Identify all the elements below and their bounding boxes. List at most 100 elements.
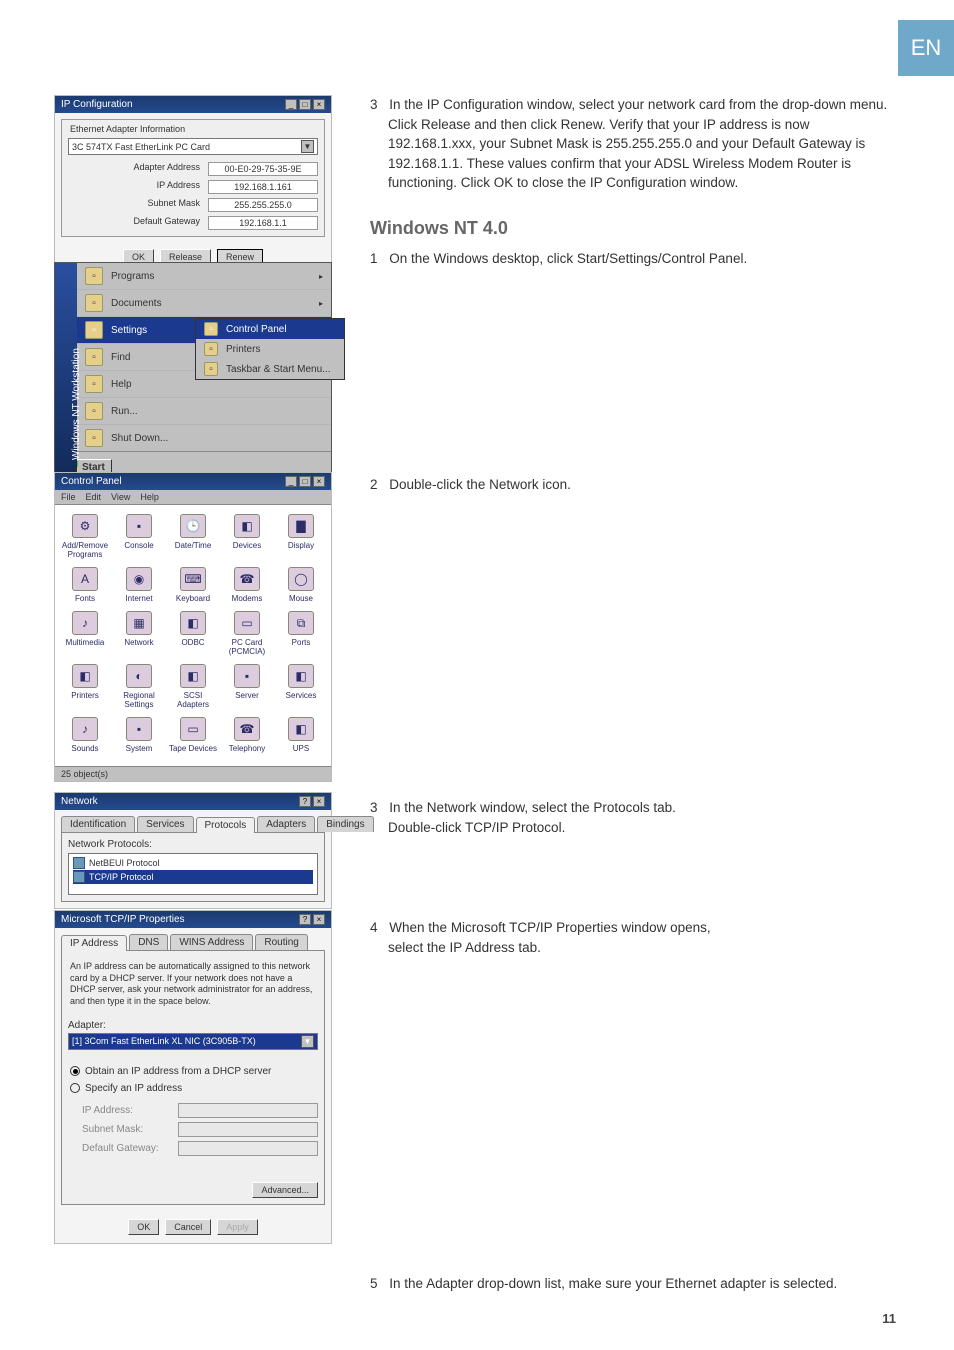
protocol-list[interactable]: NetBEUI Protocol TCP/IP Protocol bbox=[68, 853, 318, 895]
start-menu-item[interactable]: ▫Run... bbox=[77, 398, 331, 425]
cp-icon: 🕒 bbox=[180, 514, 206, 538]
control-panel-item[interactable]: ◐Regional Settings bbox=[113, 661, 165, 712]
menu-item-icon: ▫ bbox=[85, 429, 103, 447]
menu-item-icon: ▫ bbox=[85, 294, 103, 312]
control-panel-item[interactable]: ☎Modems bbox=[221, 564, 273, 606]
menu-file[interactable]: File bbox=[61, 492, 76, 502]
control-panel-item[interactable]: ◧Printers bbox=[59, 661, 111, 712]
cp-icon: ⌨ bbox=[180, 567, 206, 591]
cp-item-label: Console bbox=[114, 541, 164, 550]
submenu-item[interactable]: ▫Printers bbox=[196, 339, 344, 359]
tab-protocols[interactable]: Protocols bbox=[196, 817, 256, 833]
control-panel-item[interactable]: ▇Display bbox=[275, 511, 327, 562]
tab-identification[interactable]: Identification bbox=[61, 816, 135, 832]
control-panel-item[interactable]: ⧉Ports bbox=[275, 608, 327, 659]
menu-item-label: Programs bbox=[111, 271, 154, 282]
adapter-dropdown-value: 3C 574TX Fast EtherLink PC Card bbox=[72, 142, 210, 152]
minimize-icon[interactable]: _ bbox=[285, 476, 297, 487]
control-panel-item[interactable]: ♪Multimedia bbox=[59, 608, 111, 659]
control-panel-item[interactable]: ◧SCSI Adapters bbox=[167, 661, 219, 712]
kv-key: Adapter Address bbox=[68, 162, 208, 176]
cp-icon: ◧ bbox=[180, 611, 206, 635]
control-panel-item[interactable]: ◯Mouse bbox=[275, 564, 327, 606]
control-panel-item[interactable]: ◧UPS bbox=[275, 714, 327, 756]
tab-routing[interactable]: Routing bbox=[255, 934, 307, 950]
protocol-icon bbox=[73, 857, 85, 869]
tab-ip address[interactable]: IP Address bbox=[61, 935, 127, 951]
control-panel-item[interactable]: AFonts bbox=[59, 564, 111, 606]
control-panel-item[interactable]: 🕒Date/Time bbox=[167, 511, 219, 562]
control-panel-item[interactable]: ◧Services bbox=[275, 661, 327, 712]
cp-item-label: System bbox=[114, 744, 164, 753]
start-menu-item[interactable]: ▫Documents▸ bbox=[77, 290, 331, 317]
control-panel-item[interactable]: ▭PC Card (PCMCIA) bbox=[221, 608, 273, 659]
control-panel-item[interactable]: ⌨Keyboard bbox=[167, 564, 219, 606]
dhcp-radio[interactable]: Obtain an IP address from a DHCP server bbox=[68, 1063, 318, 1080]
control-panel-item[interactable]: ⚙Add/Remove Programs bbox=[59, 511, 111, 562]
help-icon[interactable]: ? bbox=[299, 796, 311, 807]
tab-services[interactable]: Services bbox=[137, 816, 193, 832]
tab-wins address[interactable]: WINS Address bbox=[170, 934, 253, 950]
control-panel-item[interactable]: ◧Devices bbox=[221, 511, 273, 562]
list-item[interactable]: TCP/IP Protocol bbox=[73, 870, 313, 884]
ok-button[interactable]: OK bbox=[128, 1219, 159, 1235]
control-panel-item[interactable]: ▪Server bbox=[221, 661, 273, 712]
kv-row: IP Address192.168.1.161 bbox=[68, 178, 318, 196]
close-icon[interactable]: × bbox=[313, 914, 325, 925]
control-panel-item[interactable]: ▭Tape Devices bbox=[167, 714, 219, 756]
menu-view[interactable]: View bbox=[111, 492, 130, 502]
advanced-button[interactable]: Advanced... bbox=[252, 1182, 318, 1198]
control-panel-item[interactable]: ♪Sounds bbox=[59, 714, 111, 756]
adapter-dropdown[interactable]: [1] 3Com Fast EtherLink XL NIC (3C905B-T… bbox=[68, 1033, 318, 1050]
tab-adapters[interactable]: Adapters bbox=[257, 816, 315, 832]
adapter-dropdown[interactable]: 3C 574TX Fast EtherLink PC Card ▼ bbox=[68, 138, 318, 155]
close-icon[interactable]: × bbox=[313, 476, 325, 487]
start-menu: Windows NT Workstation ▫Programs▸▫Docume… bbox=[54, 262, 332, 478]
control-panel-title: Control Panel bbox=[61, 476, 122, 487]
cp-icon: ◧ bbox=[180, 664, 206, 688]
menu-help[interactable]: Help bbox=[140, 492, 159, 502]
control-panel-item[interactable]: ☎Telephony bbox=[221, 714, 273, 756]
start-menu-item[interactable]: ▫Shut Down... bbox=[77, 425, 331, 451]
control-panel-item[interactable]: ▦Network bbox=[113, 608, 165, 659]
cp-icon: ▪ bbox=[126, 717, 152, 741]
cp-item-label: Tape Devices bbox=[168, 744, 218, 753]
minimize-icon[interactable]: _ bbox=[285, 99, 297, 110]
menu-item-icon: ▫ bbox=[204, 362, 218, 376]
menu-item-icon: ▫ bbox=[85, 348, 103, 366]
tab-bindings[interactable]: Bindings bbox=[317, 816, 373, 832]
start-button-label: Start bbox=[82, 462, 105, 473]
menu-edit[interactable]: Edit bbox=[86, 492, 102, 502]
radio-label: Obtain an IP address from a DHCP server bbox=[85, 1066, 271, 1077]
menu-item-label: Control Panel bbox=[226, 324, 287, 335]
menu-item-label: Settings bbox=[111, 325, 147, 336]
maximize-icon[interactable]: □ bbox=[299, 476, 311, 487]
help-icon[interactable]: ? bbox=[299, 914, 311, 925]
start-menu-item[interactable]: ▫Programs▸ bbox=[77, 263, 331, 290]
cp-icon: ▭ bbox=[234, 611, 260, 635]
control-panel-item[interactable]: ▪Console bbox=[113, 511, 165, 562]
control-panel-item[interactable]: ◉Internet bbox=[113, 564, 165, 606]
ip-address-field bbox=[178, 1103, 318, 1118]
cp-icon: ▪ bbox=[234, 664, 260, 688]
list-item[interactable]: NetBEUI Protocol bbox=[73, 856, 313, 870]
cp-item-label: Printers bbox=[60, 691, 110, 700]
control-panel-item[interactable]: ◧ODBC bbox=[167, 608, 219, 659]
cp-icon: ⧉ bbox=[288, 611, 314, 635]
menu-item-icon: ▫ bbox=[85, 375, 103, 393]
submenu-item[interactable]: ▫Control Panel bbox=[196, 319, 344, 339]
tab-dns[interactable]: DNS bbox=[129, 934, 168, 950]
cp-item-label: Display bbox=[276, 541, 326, 550]
radio-icon bbox=[70, 1066, 80, 1076]
submenu-item[interactable]: ▫Taskbar & Start Menu... bbox=[196, 359, 344, 379]
static-ip-radio[interactable]: Specify an IP address bbox=[68, 1080, 318, 1097]
cancel-button[interactable]: Cancel bbox=[165, 1219, 211, 1235]
maximize-icon[interactable]: □ bbox=[299, 99, 311, 110]
chevron-down-icon[interactable]: ▼ bbox=[301, 140, 314, 153]
chevron-down-icon[interactable]: ▼ bbox=[301, 1035, 314, 1048]
kv-key: IP Address bbox=[68, 180, 208, 194]
tcpip-window: Microsoft TCP/IP Properties ?× IP Addres… bbox=[54, 910, 332, 1244]
control-panel-item[interactable]: ▪ System bbox=[113, 714, 165, 756]
close-icon[interactable]: × bbox=[313, 99, 325, 110]
close-icon[interactable]: × bbox=[313, 796, 325, 807]
